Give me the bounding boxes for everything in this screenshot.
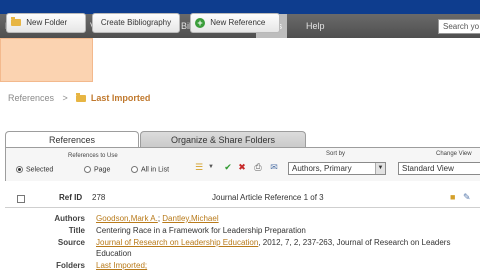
chevron-down-icon: ▼ bbox=[375, 163, 385, 174]
view-value: Standard View bbox=[402, 164, 454, 173]
breadcrumb-references[interactable]: References bbox=[8, 93, 54, 103]
folder-icon bbox=[11, 17, 21, 27]
author-separator: ; bbox=[157, 214, 161, 223]
radio-selected-label: Selected bbox=[26, 166, 54, 174]
radio-dot bbox=[131, 166, 138, 173]
delete-icon[interactable]: ✖ bbox=[236, 161, 248, 173]
breadcrumb-current: Last Imported bbox=[90, 93, 151, 103]
check-icon[interactable]: ✔ bbox=[222, 161, 234, 173]
radio-selected[interactable]: Selected bbox=[16, 166, 53, 173]
sort-value: Authors, Primary bbox=[292, 164, 352, 173]
add-icon: + bbox=[195, 17, 205, 28]
reference-header: Ref ID 278 Journal Article Reference 1 o… bbox=[5, 190, 480, 206]
new-reference-button[interactable]: + New Reference bbox=[190, 13, 280, 33]
new-reference-label: New Reference bbox=[210, 18, 266, 27]
search-input[interactable]: Search yo bbox=[438, 19, 480, 34]
create-bibliography-label: Create Bibliography bbox=[100, 18, 172, 27]
source-label: Source bbox=[57, 238, 85, 247]
new-folder-highlight bbox=[0, 38, 93, 82]
radio-dot bbox=[16, 166, 23, 173]
references-to-use-label: References to Use bbox=[68, 153, 118, 159]
new-folder-button[interactable]: New Folder bbox=[6, 13, 86, 33]
source-details: , 2012, 7, 2, 237-263, Journal of Resear… bbox=[258, 238, 451, 247]
author-link[interactable]: Goodson,Mark A. bbox=[96, 214, 158, 223]
nav-help[interactable]: Help bbox=[306, 14, 325, 38]
change-view-label: Change View bbox=[436, 151, 472, 157]
breadcrumb-separator: > bbox=[62, 93, 68, 103]
create-bibliography-button[interactable]: Create Bibliography bbox=[92, 13, 180, 33]
authors-label: Authors bbox=[54, 214, 85, 223]
radio-dot bbox=[84, 166, 91, 173]
sort-select[interactable]: Authors, Primary ▼ bbox=[288, 162, 386, 175]
edit-icon[interactable]: ✎ bbox=[463, 192, 471, 203]
print-icon[interactable]: ⎙ bbox=[252, 161, 264, 173]
source-continuation: Education bbox=[96, 249, 132, 258]
new-folder-label: New Folder bbox=[26, 18, 68, 27]
divider bbox=[5, 207, 480, 208]
title-label: Title bbox=[68, 226, 85, 235]
ref-id-label: Ref ID bbox=[59, 193, 83, 202]
source-value: Journal of Research on Leadership Educat… bbox=[96, 238, 450, 247]
breadcrumb: References > Last Imported bbox=[8, 93, 150, 103]
title-value: Centering Race in a Framework for Leader… bbox=[96, 226, 306, 235]
journal-link[interactable]: Journal of Research on Leadership Educat… bbox=[96, 238, 258, 247]
radio-all-label: All in List bbox=[141, 166, 170, 174]
email-icon[interactable]: ✉ bbox=[268, 161, 280, 173]
folders-label: Folders bbox=[56, 261, 85, 270]
tab-organize-share[interactable]: Organize & Share Folders bbox=[140, 131, 306, 148]
folder-add-icon[interactable]: ☰ bbox=[193, 161, 205, 173]
author-link[interactable]: Dantley,Michael bbox=[162, 214, 218, 223]
tab-references[interactable]: References bbox=[5, 131, 139, 148]
radio-page[interactable]: Page bbox=[84, 166, 110, 173]
sort-by-label: Sort by bbox=[326, 151, 346, 157]
authors-value: Goodson,Mark A.; Dantley,Michael bbox=[96, 214, 219, 223]
folders-value: Last Imported; bbox=[96, 261, 147, 270]
view-select[interactable]: Standard View bbox=[398, 162, 480, 175]
folder-icon[interactable]: ■ bbox=[450, 192, 455, 202]
radio-page-label: Page bbox=[94, 166, 111, 174]
radio-all-in-list[interactable]: All in List bbox=[131, 166, 169, 173]
ref-id-value: 278 bbox=[92, 193, 106, 202]
chevron-down-icon[interactable]: ▼ bbox=[205, 161, 217, 173]
folder-link[interactable]: Last Imported; bbox=[96, 261, 147, 270]
top-band bbox=[0, 0, 480, 14]
reference-checkbox[interactable] bbox=[17, 195, 25, 203]
options-panel: References to Use Selected Page All in L… bbox=[5, 147, 480, 181]
folder-icon bbox=[76, 93, 87, 103]
reference-counter: Journal Article Reference 1 of 3 bbox=[212, 193, 324, 202]
